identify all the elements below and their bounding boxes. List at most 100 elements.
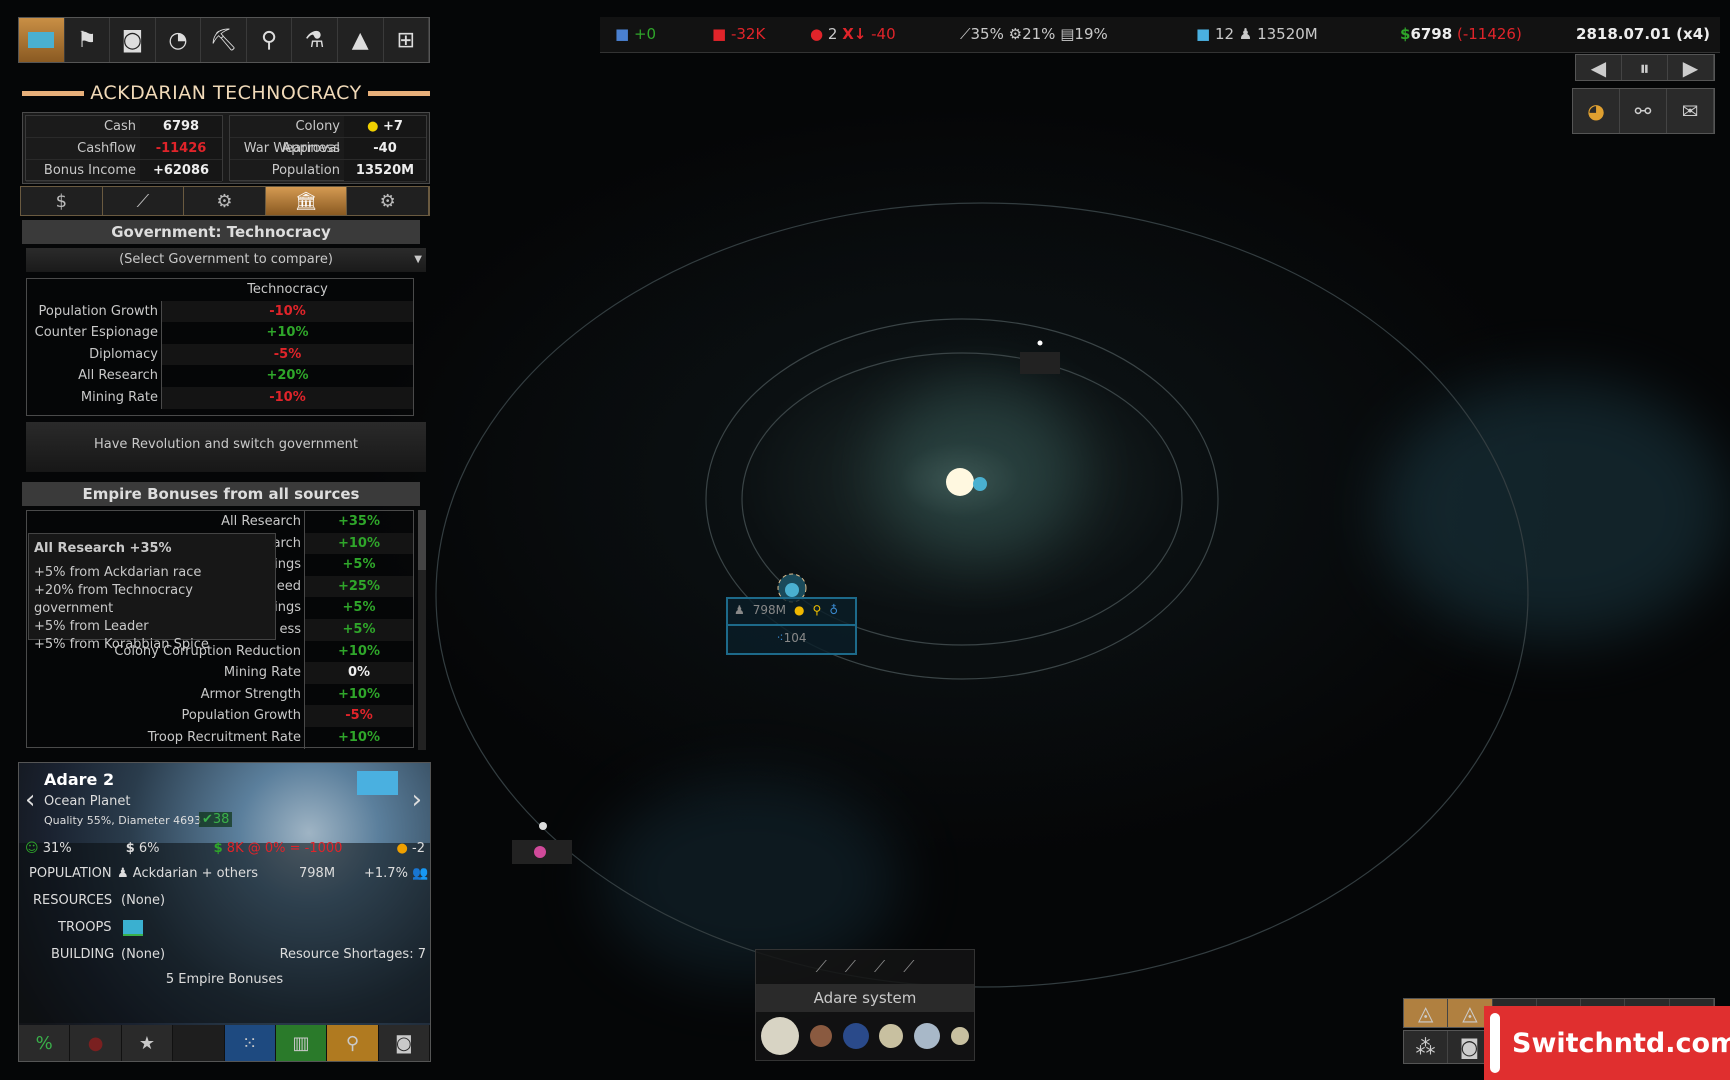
race-icon: ♟ [117, 866, 129, 881]
table-row: Mining Rate -10% [27, 386, 413, 409]
checkmark-icon: ✔ [202, 812, 213, 827]
war-weariness-label: War Weariness [230, 138, 344, 160]
next-planet-button[interactable]: › [412, 785, 422, 815]
scrollbar[interactable] [418, 510, 426, 750]
ship-icon[interactable]: ⟋ [816, 957, 827, 977]
population-label: Population [230, 160, 344, 182]
planet-icon[interactable] [913, 1023, 940, 1049]
crane-hook-icon: ⚲ [812, 603, 822, 617]
planet-adare-1[interactable] [973, 477, 987, 491]
empire-tabs: $ ⟋ ⚙ 🏛 ⚙ [20, 186, 430, 216]
star-icon[interactable]: ★ [121, 1025, 174, 1061]
fleet-list: ⟋ ⟋ ⟋ ⟋ [756, 950, 974, 984]
population-icon: ♟ [1238, 25, 1253, 43]
top-status-bar: ■ +0 ■ -32K ● 2 X↓ -40 ⟋35% ⚙21% ▤19% ■ … [600, 17, 1720, 53]
building-icon[interactable]: ▥ [275, 1025, 328, 1061]
fast-forward-icon[interactable]: ▶ [1668, 55, 1714, 80]
ship-icon[interactable]: ⟋ [845, 957, 856, 977]
map-population: 798M [752, 603, 787, 617]
government-compare-select[interactable]: (Select Government to compare) ▼ [26, 248, 426, 272]
crane-hook-icon[interactable]: ⚲ [247, 18, 293, 62]
main-toolbar: ⚑ ◙ ◔ ⛏ ⚲ ⚗ ▲ ⊞ [18, 17, 430, 63]
planet-marker[interactable] [539, 822, 547, 830]
planet-icon [785, 583, 799, 597]
pickaxe-icon[interactable]: ⛏ [201, 18, 247, 62]
gear-icon: ⚙ [1008, 25, 1023, 43]
tax-bag-icon[interactable]: % [19, 1025, 71, 1061]
diplomacy-flags-icon[interactable]: ⚑ [65, 18, 111, 62]
bag-icon[interactable]: ● [70, 1025, 122, 1061]
sun-icon[interactable] [761, 1017, 800, 1055]
ship-icon[interactable]: ⟋ [874, 957, 885, 977]
table-row[interactable]: All Research +35% [27, 511, 413, 533]
tab-defense[interactable]: ⚙ [347, 187, 429, 215]
fleet-view-icon[interactable]: ⁂ [1404, 1031, 1448, 1063]
cash-value: 6798 [140, 116, 222, 138]
empire-flag-icon[interactable] [19, 18, 65, 62]
sun[interactable] [946, 468, 974, 496]
rewind-icon[interactable]: ◀ [1576, 55, 1622, 80]
radar-icon[interactable]: ◔ [156, 18, 202, 62]
planet-map-label[interactable]: ♟ 798M ● ⚲ ♁ ⁖104 [726, 597, 857, 655]
quick-buttons: ◕ ⚯ ✉ [1572, 88, 1715, 134]
bonus-income-label: Bonus Income [26, 160, 140, 182]
resources-value: (None) [121, 893, 166, 908]
planet-panel: Adare 2 Ocean Planet Quality 55%, Diamet… [18, 762, 431, 1062]
column-header: Technocracy [247, 282, 328, 297]
building-value: (None) [121, 947, 166, 962]
resource-shortages[interactable]: Resource Shortages: 7 [280, 947, 426, 962]
tax-stat: $ 6% [125, 841, 160, 856]
dollar-icon: $ [55, 190, 68, 212]
status-a[interactable]: ■ +0 [615, 25, 656, 43]
crane-hook-icon[interactable]: ⚲ [327, 1025, 379, 1061]
empire-flag-icon [357, 771, 398, 795]
troop-icon[interactable] [123, 920, 143, 936]
system-name: Adare system [756, 984, 974, 1012]
resources-label: RESOURCES [33, 893, 113, 908]
pause-icon[interactable]: ⏸ [1622, 55, 1668, 80]
income-stat: $ 8K @ 0% = -1000 [213, 841, 343, 856]
defense-value: ✔38 [199, 812, 233, 827]
status-c[interactable]: ● 2 X↓ -40 [810, 25, 896, 43]
network-icon[interactable]: ⚯ [1620, 89, 1667, 133]
system-panel: ⟋ ⟋ ⟋ ⟋ Adare system [755, 949, 975, 1061]
tab-government[interactable]: 🏛 [265, 187, 348, 215]
status-d[interactable]: ⟋35% ⚙21% ▤19% [960, 25, 1108, 43]
empire-bonuses-link[interactable]: 5 Empire Bonuses [19, 972, 430, 987]
tab-statistics[interactable]: ⟋ [102, 187, 185, 215]
planet-flag-icon[interactable]: ◙ [378, 1025, 430, 1061]
revolution-button[interactable]: Have Revolution and switch government [26, 422, 426, 472]
status-e[interactable]: ■ 12 ♟ 13520M [1196, 25, 1318, 43]
table-row[interactable]: Population Growth -5% [27, 705, 413, 727]
flask-icon[interactable]: ⚗ [292, 18, 338, 62]
cash-label: Cash [26, 116, 140, 138]
planet-icon[interactable] [842, 1023, 869, 1049]
moon[interactable] [1037, 340, 1043, 346]
ship-icon: ⟋ [960, 25, 971, 43]
status-b[interactable]: ■ -32K [712, 25, 765, 43]
filter-icon[interactable]: ◬ [1404, 999, 1449, 1027]
tab-economy[interactable]: ⚙ [184, 187, 266, 215]
table-row: Counter Espionage +10% [27, 322, 413, 344]
planet-flag-icon[interactable]: ◙ [110, 18, 156, 62]
troops-icon[interactable]: ⁙ [224, 1025, 276, 1061]
leaders-icon[interactable]: ◕ [1573, 89, 1620, 133]
troops-icon[interactable]: ⊞ [384, 18, 430, 62]
mail-icon[interactable]: ✉ [1667, 89, 1714, 133]
fleet-marker[interactable] [1020, 352, 1060, 374]
table-row[interactable]: Mining Rate 0% [27, 662, 413, 684]
ship-icon[interactable]: ⟋ [903, 957, 914, 977]
fleet-icon[interactable]: ▲ [338, 18, 384, 62]
table-row[interactable]: Armor Strength +10% [27, 683, 413, 706]
status-cash[interactable]: $6798 (-11426) [1400, 25, 1522, 43]
tab-finance[interactable]: $ [21, 187, 103, 215]
table-row: Population Growth -10% [27, 300, 413, 323]
planet-icon[interactable] [950, 1027, 969, 1045]
planet-icon[interactable] [809, 1025, 832, 1047]
planet-type: Ocean Planet [44, 794, 131, 809]
outer-orbit [435, 202, 1529, 988]
empire-title: ACKDARIAN TECHNOCRACY [22, 80, 430, 106]
table-row[interactable]: Troop Recruitment Rate +10% [27, 726, 413, 749]
planet-icon[interactable] [879, 1024, 904, 1048]
previous-planet-button[interactable]: ‹ [25, 785, 35, 815]
